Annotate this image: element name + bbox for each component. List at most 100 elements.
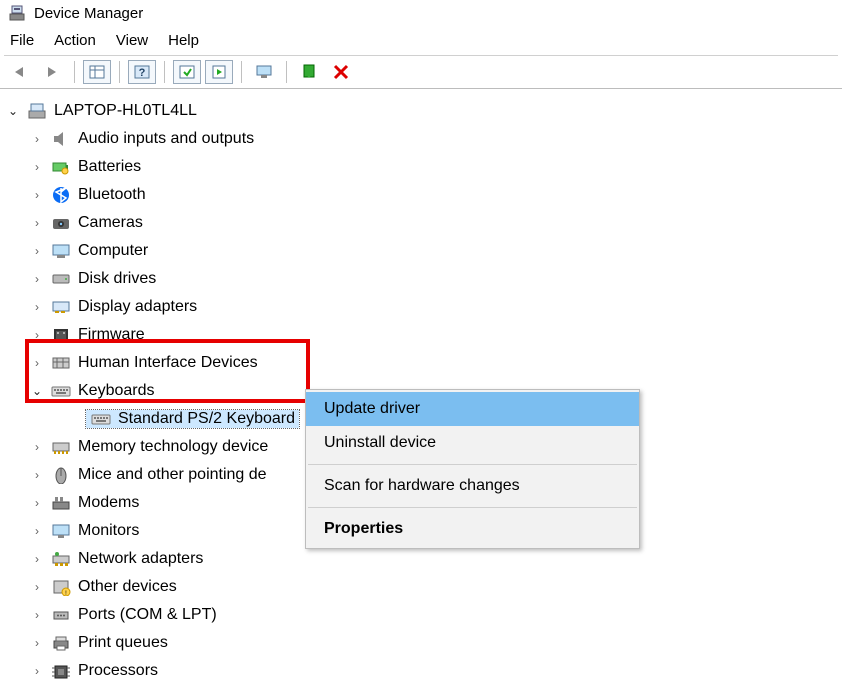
tree-item-batteries[interactable]: › Batteries — [4, 153, 838, 181]
chevron-right-icon[interactable]: › — [30, 132, 44, 146]
uninstall-button[interactable] — [327, 60, 355, 84]
memory-icon — [50, 438, 72, 456]
tree-item-network-adapters[interactable]: › Network adapters — [4, 545, 838, 573]
chevron-right-icon[interactable]: › — [30, 636, 44, 650]
tree-item-label: Human Interface Devices — [78, 354, 258, 372]
mouse-icon — [50, 466, 72, 484]
computer-icon — [50, 242, 72, 260]
menu-help[interactable]: Help — [168, 32, 199, 49]
tree-item-label: Keyboards — [78, 382, 155, 400]
context-menu-separator — [308, 507, 637, 508]
update-driver-button[interactable] — [295, 60, 323, 84]
chevron-right-icon[interactable]: › — [30, 356, 44, 370]
tree-item-label: Disk drives — [78, 270, 156, 288]
processor-icon — [50, 662, 72, 680]
context-menu: Update driverUninstall device Scan for ha… — [305, 389, 640, 549]
disk-icon — [50, 270, 72, 288]
keyboard-icon — [90, 410, 112, 428]
computer-icon — [26, 102, 48, 120]
tree-item-print-queues[interactable]: › Print queues — [4, 629, 838, 657]
chevron-right-icon[interactable]: › — [30, 552, 44, 566]
camera-icon — [50, 214, 72, 232]
chevron-right-icon[interactable]: › — [30, 608, 44, 622]
show-hidden-button[interactable] — [250, 60, 278, 84]
chevron-right-icon[interactable]: › — [30, 496, 44, 510]
tree-item-label: Batteries — [78, 158, 141, 176]
tree-item-label: Processors — [78, 662, 158, 680]
tree-item-label: Audio inputs and outputs — [78, 130, 254, 148]
window-title: Device Manager — [34, 5, 143, 22]
run-button[interactable] — [205, 60, 233, 84]
scan-button[interactable] — [173, 60, 201, 84]
tree-item-label: Mice and other pointing de — [78, 466, 267, 484]
toolbar: ? — [0, 56, 842, 89]
tree-item-label: Network adapters — [78, 550, 203, 568]
tree-item-label: Ports (COM & LPT) — [78, 606, 217, 624]
chevron-right-icon[interactable]: › — [30, 580, 44, 594]
tree-item-label: Print queues — [78, 634, 168, 652]
tree-root[interactable]: ⌄ LAPTOP-HL0TL4LL — [4, 97, 838, 125]
tree-item-label: Modems — [78, 494, 139, 512]
display-adapter-icon — [50, 298, 72, 316]
app-icon — [8, 4, 26, 22]
tree-item-other-devices[interactable]: ›!Other devices — [4, 573, 838, 601]
tree-item-firmware[interactable]: ›Firmware — [4, 321, 838, 349]
tree-item-audio-inputs-and-outputs[interactable]: › Audio inputs and outputs — [4, 125, 838, 153]
battery-icon — [50, 158, 72, 176]
chevron-right-icon[interactable]: › — [30, 328, 44, 342]
chevron-right-icon[interactable]: › — [30, 160, 44, 174]
tree-item-display-adapters[interactable]: › Display adapters — [4, 293, 838, 321]
menu-view[interactable]: View — [116, 32, 148, 49]
context-menu-properties[interactable]: Properties — [306, 512, 639, 546]
context-menu-uninstall-device[interactable]: Uninstall device — [306, 426, 639, 460]
tree-item-label: Memory technology device — [78, 438, 268, 456]
back-button[interactable] — [6, 60, 34, 84]
svg-text:?: ? — [139, 67, 146, 79]
chevron-right-icon[interactable]: › — [30, 188, 44, 202]
tree-item-cameras[interactable]: ›Cameras — [4, 209, 838, 237]
chevron-right-icon[interactable]: › — [30, 216, 44, 230]
chevron-right-icon[interactable]: › — [30, 440, 44, 454]
tree-item-label: Monitors — [78, 522, 139, 540]
tree-item-label: Display adapters — [78, 298, 197, 316]
menu-action[interactable]: Action — [54, 32, 96, 49]
tree-item-ports-com-lpt-[interactable]: › Ports (COM & LPT) — [4, 601, 838, 629]
chevron-right-icon[interactable]: › — [30, 300, 44, 314]
context-menu-separator — [308, 464, 637, 465]
tree-item-computer[interactable]: ›Computer — [4, 237, 838, 265]
tree-item-disk-drives[interactable]: › Disk drives — [4, 265, 838, 293]
tree-item-label: Bluetooth — [78, 186, 146, 204]
tree-item-processors[interactable]: › Processors — [4, 657, 838, 685]
menu-file[interactable]: File — [10, 32, 34, 49]
context-menu-update-driver[interactable]: Update driver — [306, 392, 639, 426]
forward-button[interactable] — [38, 60, 66, 84]
tree-item-human-interface-devices[interactable]: › Human Interface Devices — [4, 349, 838, 377]
tree-item-label: Standard PS/2 Keyboard — [118, 410, 295, 428]
toolbar-separator — [286, 61, 287, 83]
hid-icon — [50, 354, 72, 372]
network-icon — [50, 550, 72, 568]
chevron-down-icon[interactable]: ⌄ — [6, 104, 20, 118]
toolbar-separator — [119, 61, 120, 83]
chevron-right-icon[interactable]: › — [30, 244, 44, 258]
modem-icon — [50, 494, 72, 512]
chevron-right-icon[interactable]: › — [30, 664, 44, 678]
toolbar-separator — [74, 61, 75, 83]
tree-item-bluetooth[interactable]: › Bluetooth — [4, 181, 838, 209]
chevron-right-icon[interactable]: › — [30, 524, 44, 538]
monitor-icon — [50, 522, 72, 540]
toolbar-separator — [164, 61, 165, 83]
help-button[interactable]: ? — [128, 60, 156, 84]
context-menu-scan-for-hardware-changes[interactable]: Scan for hardware changes — [306, 469, 639, 503]
chevron-down-icon[interactable]: ⌄ — [30, 384, 44, 398]
spacer — [66, 412, 80, 426]
tree-item-label: Other devices — [78, 578, 177, 596]
port-icon — [50, 606, 72, 624]
properties-button[interactable] — [83, 60, 111, 84]
tree-root-label: LAPTOP-HL0TL4LL — [54, 102, 197, 120]
printer-icon — [50, 634, 72, 652]
menu-bar: File Action View Help — [0, 28, 842, 55]
chevron-right-icon[interactable]: › — [30, 468, 44, 482]
chevron-right-icon[interactable]: › — [30, 272, 44, 286]
bluetooth-icon — [50, 186, 72, 204]
